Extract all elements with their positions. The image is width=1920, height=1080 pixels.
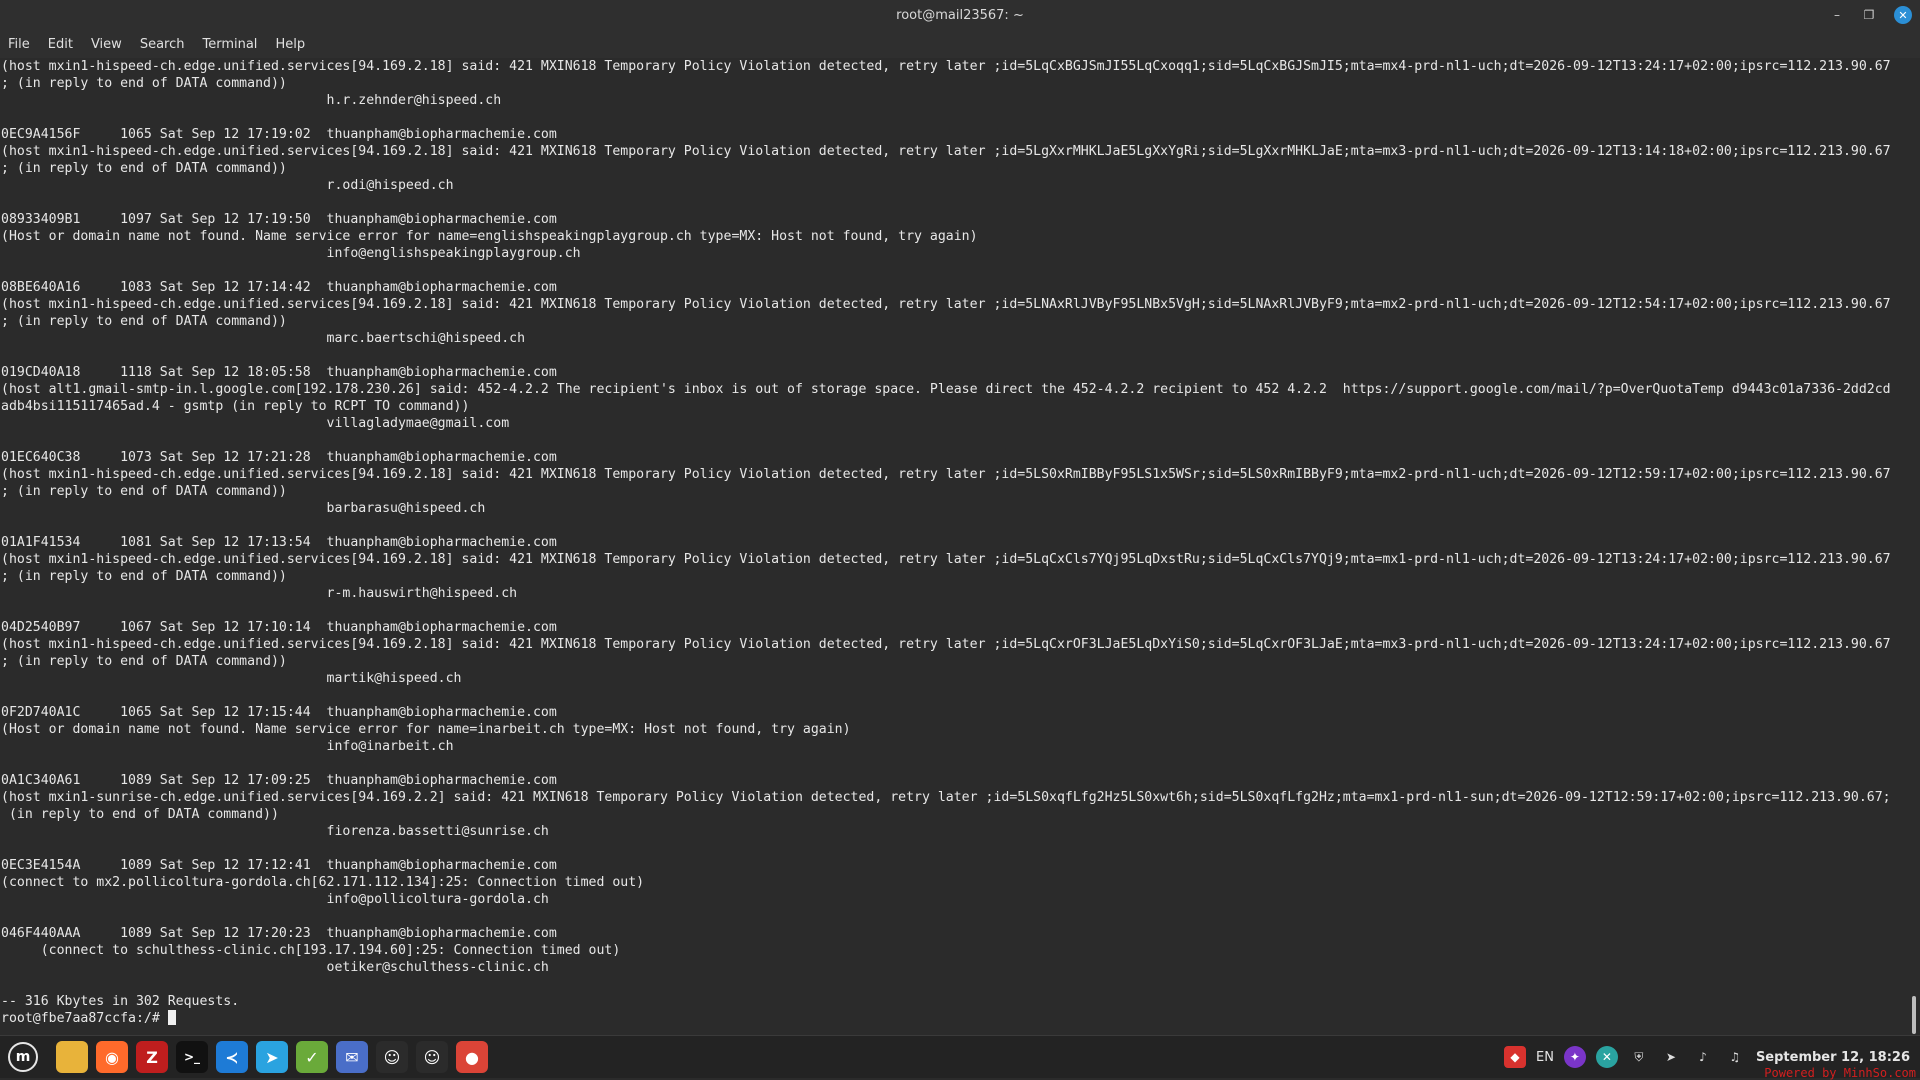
app-icon-2[interactable]: ☺ [416, 1041, 448, 1073]
terminal-line: marc.baertschi@hispeed.ch [1, 331, 526, 346]
terminal-line: r.odi@hispeed.ch [1, 178, 454, 193]
terminal-line: 019CD40A18 1118 Sat Sep 12 18:05:58 thua… [1, 365, 557, 380]
terminal-line: ; (in reply to end of DATA command)) [1, 569, 287, 584]
menu-search[interactable]: Search [131, 37, 194, 52]
terminal-cursor [167, 1010, 176, 1025]
menu-file[interactable]: File [0, 37, 39, 52]
terminal-line: (host mxin1-hispeed-ch.edge.unified.serv… [1, 467, 1891, 482]
terminal-line: (Host or domain name not found. Name ser… [1, 229, 978, 244]
sound-icon[interactable]: ♫ [1724, 1046, 1746, 1068]
terminal-line: barbarasu@hispeed.ch [1, 501, 486, 516]
terminal-icon[interactable]: >_ [176, 1041, 208, 1073]
telegram-icon[interactable]: ➤ [256, 1041, 288, 1073]
mint-menu-icon[interactable]: m [8, 1042, 38, 1072]
shell-prompt: root@fbe7aa87ccfa:/# [1, 1011, 168, 1026]
terminal-line: ; (in reply to end of DATA command)) [1, 654, 287, 669]
terminal-line: info@inarbeit.ch [1, 739, 454, 754]
terminal-line: (in reply to end of DATA command)) [1, 807, 279, 822]
anydesk-icon[interactable]: ◆ [1503, 1046, 1526, 1068]
terminal-line: 01A1F41534 1081 Sat Sep 12 17:13:54 thua… [1, 535, 557, 550]
terminal-line: 08933409B1 1097 Sat Sep 12 17:19:50 thua… [1, 212, 557, 227]
vscode-icon[interactable]: ≺ [216, 1041, 248, 1073]
terminal-line: ; (in reply to end of DATA command)) [1, 484, 287, 499]
terminal-line: 0A1C340A61 1089 Sat Sep 12 17:09:25 thua… [1, 773, 557, 788]
menu-edit[interactable]: Edit [39, 37, 82, 52]
terminal-line: 046F440AAA 1089 Sat Sep 12 17:20:23 thua… [1, 926, 557, 941]
terminal-line: r-m.hauswirth@hispeed.ch [1, 586, 518, 601]
terminal-line: (Host or domain name not found. Name ser… [1, 722, 851, 737]
menu-view[interactable]: View [82, 37, 131, 52]
terminal-line: (host alt1.gmail-smtp-in.l.google.com[19… [1, 382, 1891, 397]
terminal-line: ; (in reply to end of DATA command)) [1, 76, 287, 91]
terminal-line: -- 316 Kbytes in 302 Requests. [1, 994, 240, 1009]
terminal-line: 0EC3E4154A 1089 Sat Sep 12 17:12:41 thua… [1, 858, 557, 873]
mail-icon[interactable]: ✉ [336, 1041, 368, 1073]
window-controls: – ❐ ✕ [1830, 0, 1912, 30]
terminal-line: 0F2D740A1C 1065 Sat Sep 12 17:15:44 thua… [1, 705, 557, 720]
taskbar: m ◉ Z >_ ≺ ➤ ✓ ✉ ☺ ☺ ● ◆ EN ✦ ✕ ⛨ ➤ ♪ ♫ September … [0, 1035, 1920, 1080]
terminal-line: (host mxin1-hispeed-ch.edge.unified.serv… [1, 59, 1891, 74]
terminal-line: 01EC640C38 1073 Sat Sep 12 17:21:28 thua… [1, 450, 557, 465]
taskbar-apps: m ◉ Z >_ ≺ ➤ ✓ ✉ ☺ ☺ ● [0, 1041, 492, 1073]
filezilla-icon[interactable]: Z [136, 1041, 168, 1073]
terminal-line: (host mxin1-hispeed-ch.edge.unified.serv… [1, 552, 1891, 567]
terminal-line: (connect to schulthess-clinic.ch[193.17.… [1, 943, 621, 958]
terminal-line: (connect to mx2.pollicoltura-gordola.ch[… [1, 875, 645, 890]
terminal-line: (host mxin1-hispeed-ch.edge.unified.serv… [1, 144, 1891, 159]
close-icon[interactable]: ✕ [1894, 6, 1912, 24]
terminal-line: ; (in reply to end of DATA command)) [1, 161, 287, 176]
terminal-line: oetiker@schulthess-clinic.ch [1, 960, 549, 975]
terminal-line: 04D2540B97 1067 Sat Sep 12 17:10:14 thua… [1, 620, 557, 635]
notification-icon[interactable]: ♪ [1692, 1046, 1714, 1068]
menu-terminal[interactable]: Terminal [193, 37, 266, 52]
terminal-line: info@englishspeakingplaygroup.ch [1, 246, 581, 261]
keyboard-layout[interactable]: EN [1536, 1050, 1554, 1065]
clock[interactable]: September 12, 18:26 [1756, 1050, 1910, 1065]
terminal-line: ; (in reply to end of DATA command)) [1, 314, 287, 329]
terminal-scrollbar[interactable] [1912, 996, 1916, 1034]
terminal-line: (host mxin1-sunrise-ch.edge.unified.serv… [1, 790, 1891, 805]
vpn-icon[interactable]: ✕ [1595, 1046, 1618, 1068]
terminal-line: villagladymae@gmail.com [1, 416, 510, 431]
window-title: root@mail23567: ~ [896, 7, 1024, 23]
chrome-icon[interactable]: ● [456, 1041, 488, 1073]
terminal-line: info@pollicoltura-gordola.ch [1, 892, 549, 907]
files-icon[interactable] [56, 1041, 88, 1073]
telegram-tray-icon[interactable]: ➤ [1660, 1046, 1682, 1068]
firefox-icon[interactable]: ◉ [96, 1041, 128, 1073]
menu-bar: File Edit View Search Terminal Help [0, 30, 1920, 58]
terminal-line: 08BE640A16 1083 Sat Sep 12 17:14:42 thua… [1, 280, 557, 295]
shield-icon[interactable]: ⛨ [1628, 1046, 1650, 1068]
terminal-prompt-line[interactable]: root@fbe7aa87ccfa:/# [1, 1010, 1920, 1027]
terminal-line: fiorenza.bassetti@sunrise.ch [1, 824, 549, 839]
window-titlebar: root@mail23567: ~ – ❐ ✕ [0, 0, 1920, 30]
terminal-output[interactable]: (host mxin1-hispeed-ch.edge.unified.serv… [0, 58, 1920, 1035]
update-manager-icon[interactable]: ✓ [296, 1041, 328, 1073]
terminal-line: adb4bsi115117465ad.4 - gsmtp (in reply t… [1, 399, 470, 414]
terminal-line: 0EC9A4156F 1065 Sat Sep 12 17:19:02 thua… [1, 127, 557, 142]
terminal-line: (host mxin1-hispeed-ch.edge.unified.serv… [1, 297, 1891, 312]
terminal-line: (host mxin1-hispeed-ch.edge.unified.serv… [1, 637, 1891, 652]
terminal-line: martik@hispeed.ch [1, 671, 462, 686]
menu-help[interactable]: Help [266, 37, 314, 52]
app-icon-1[interactable]: ☺ [376, 1041, 408, 1073]
maximize-icon[interactable]: ❐ [1862, 8, 1876, 22]
app-tray-icon[interactable]: ✦ [1563, 1046, 1586, 1068]
minimize-icon[interactable]: – [1830, 8, 1844, 22]
watermark: Powered by MinhSo.com [1764, 1066, 1916, 1080]
terminal-line: h.r.zehnder@hispeed.ch [1, 93, 502, 108]
